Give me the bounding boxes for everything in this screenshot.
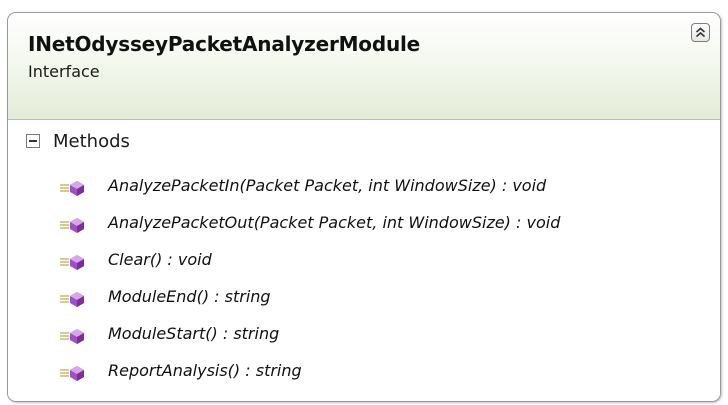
public-method-icon [58,252,90,272]
methods-section: Methods AnalyzePacketIn(Packet Packet, i… [8,120,720,401]
public-method-icon [58,289,90,309]
interface-stereotype: Interface [28,62,100,81]
interface-name: INetOdysseyPacketAnalyzerModule [28,32,421,56]
interface-header: INetOdysseyPacketAnalyzerModule Interfac… [8,13,720,120]
interface-shape[interactable]: INetOdysseyPacketAnalyzerModule Interfac… [7,12,721,402]
minus-box-icon[interactable] [26,134,40,148]
method-label: Clear() : void [108,250,212,269]
method-label: ModuleStart() : string [108,324,280,343]
public-method-icon [58,178,90,198]
method-label: AnalyzePacketIn(Packet Packet, int Windo… [108,176,547,195]
public-method-icon [58,363,90,383]
method-label: ModuleEnd() : string [108,287,271,306]
method-label: AnalyzePacketOut(Packet Packet, int Wind… [108,213,561,232]
public-method-icon [58,215,90,235]
method-label: ReportAnalysis() : string [108,361,302,380]
double-chevron-up-icon[interactable] [691,23,710,42]
methods-section-label: Methods [53,131,130,152]
public-method-icon [58,326,90,346]
